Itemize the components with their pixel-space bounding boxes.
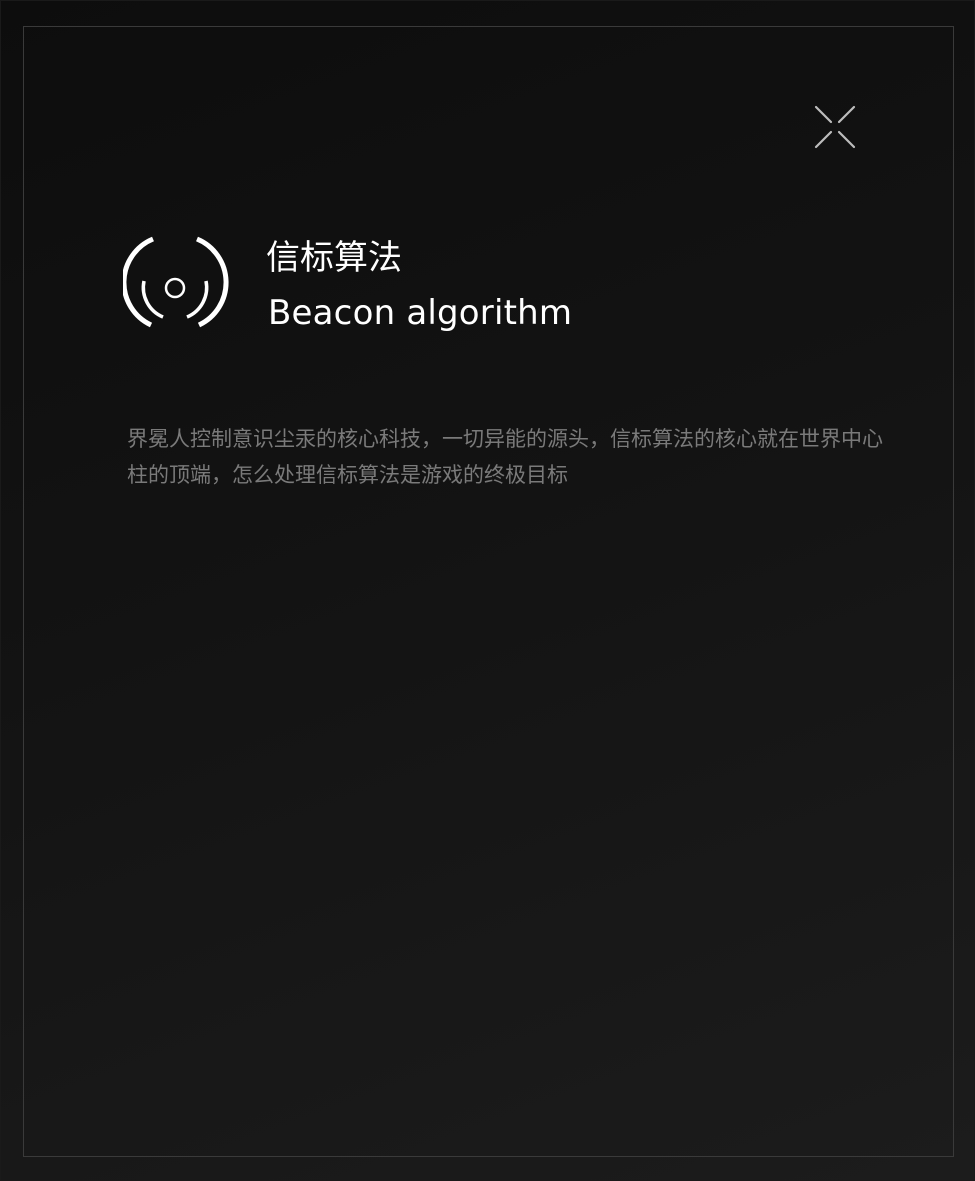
close-button[interactable] <box>807 99 863 155</box>
description-text: 界冕人控制意识尘汞的核心科技，一切异能的源头，信标算法的核心就在世界中心柱的顶端… <box>127 427 883 487</box>
title-chinese: 信标算法 <box>266 238 402 278</box>
beacon-algorithm-modal: 信标算法 Beacon algorithm 界冕人控制意识尘汞的核心科技，一切异… <box>0 0 975 1181</box>
title-english: Beacon algorithm <box>268 293 573 333</box>
beacon-icon <box>123 236 229 328</box>
collapse-x-icon <box>814 105 856 149</box>
modal-frame <box>23 26 954 1157</box>
modal-header: 信标算法 Beacon algorithm <box>123 233 843 343</box>
